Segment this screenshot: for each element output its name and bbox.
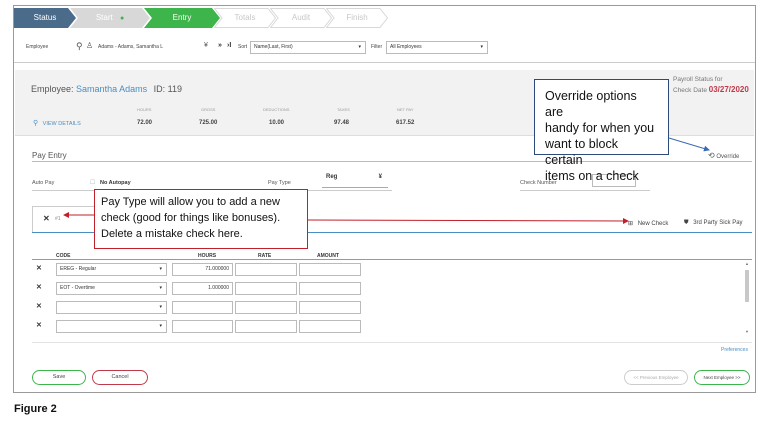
pay-type-callout: Pay Type will allow you to add a new che… (94, 189, 308, 249)
pay-type-callout-line: Pay Type will allow you to add a new (101, 196, 280, 208)
pay-type-callout-line: Delete a mistake check here. (101, 228, 243, 240)
override-arrow (668, 137, 710, 152)
override-callout-line: handy for when you (545, 121, 655, 135)
new-check-arrow (307, 217, 629, 224)
override-callout-line: Override options are (545, 89, 637, 119)
override-callout-line: want to block certain (545, 137, 618, 167)
figure-caption: Figure 2 (14, 403, 57, 415)
pay-type-callout-line: check (good for things like bonuses). (101, 212, 281, 224)
override-callout: Override options are handy for when you … (534, 79, 669, 183)
override-callout-line: items on a check (545, 169, 639, 183)
